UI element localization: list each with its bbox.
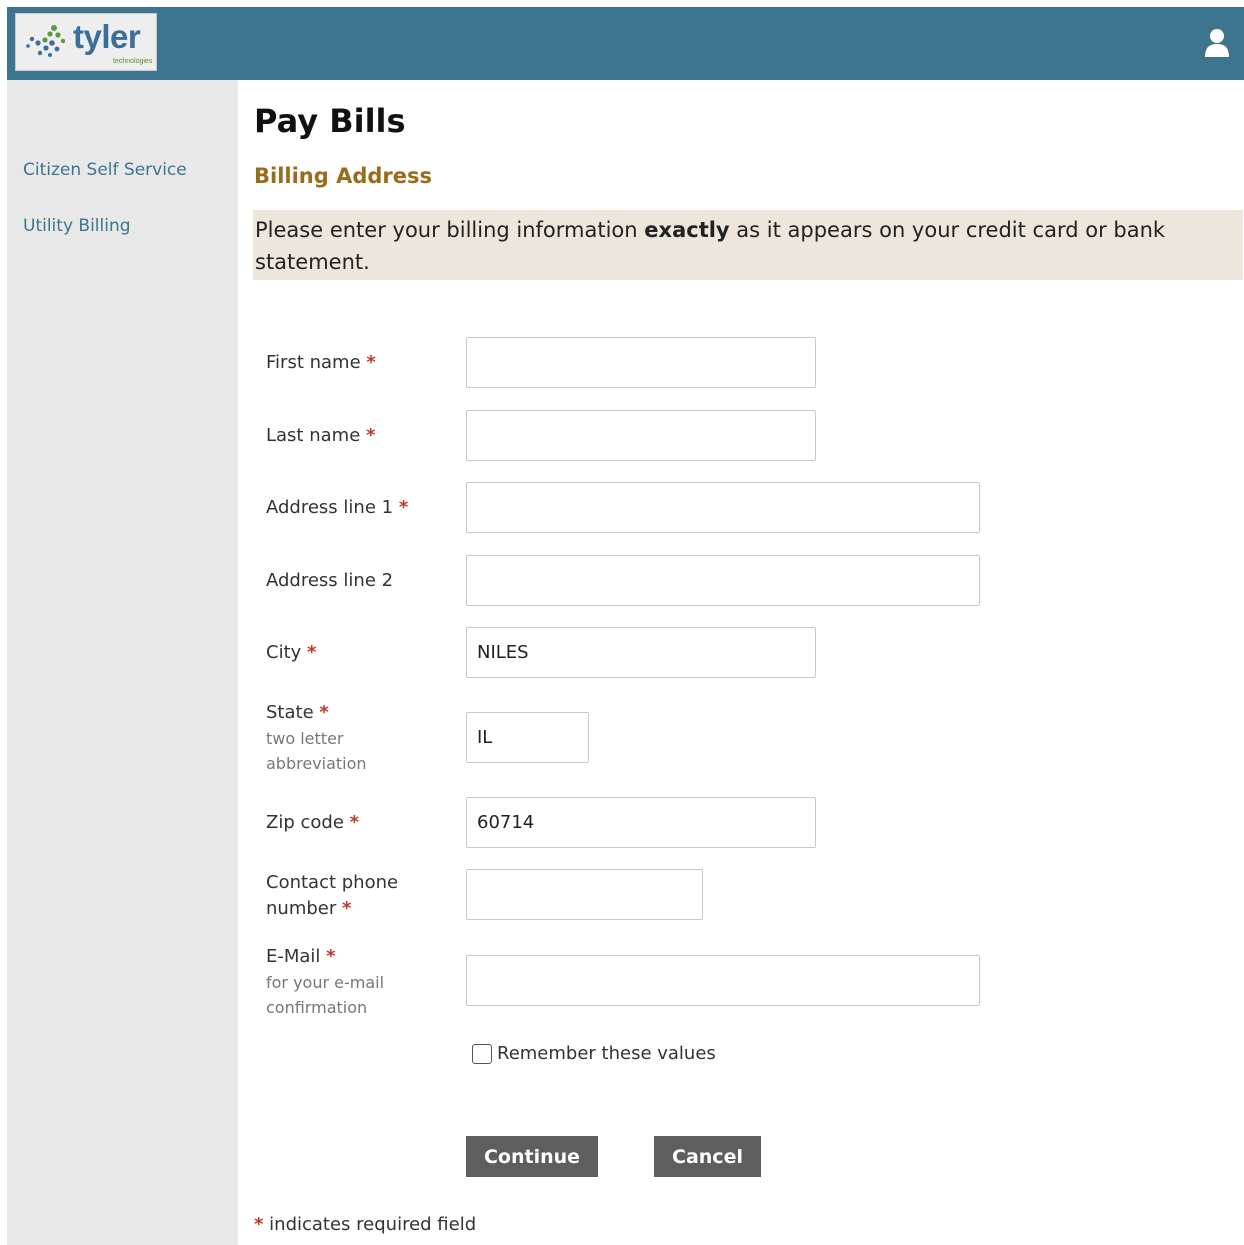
required-marker: * <box>307 642 317 663</box>
email-hint: for your e-mail confirmation <box>266 973 385 1017</box>
address-line-1-field[interactable] <box>466 482 980 533</box>
logo-subtext: technologies <box>113 58 153 65</box>
required-marker: * <box>398 497 409 518</box>
required-marker: * <box>366 425 376 446</box>
sidebar-item-citizen-self-service[interactable]: Citizen Self Service <box>23 160 187 180</box>
required-marker: * <box>319 702 329 723</box>
email-field[interactable] <box>466 955 980 1006</box>
address-line-2-label: Address line 2 <box>266 570 394 591</box>
address-line-1-label: Address line 1 * <box>266 497 409 518</box>
contact-phone-field[interactable] <box>466 869 703 920</box>
tyler-logo-mark-icon <box>26 25 66 57</box>
remember-values-checkbox[interactable] <box>472 1043 492 1064</box>
notice-text-start: Please enter your billing information <box>255 218 645 242</box>
state-label: State * two letter abbreviation <box>266 700 416 776</box>
required-marker: * <box>366 352 376 373</box>
city-field[interactable]: NILES <box>466 627 816 678</box>
notice-text-bold: exactly <box>644 218 730 242</box>
top-header-bar: tyler technologies <box>7 7 1244 80</box>
required-field-footnote: * indicates required field <box>254 1214 476 1235</box>
zip-code-field[interactable]: 60714 <box>466 797 816 848</box>
section-title: Billing Address <box>254 164 433 188</box>
email-label: E-Mail * for your e-mail confirmation <box>266 944 416 1020</box>
first-name-label: First name * <box>266 352 376 373</box>
zip-code-label: Zip code * <box>266 812 360 833</box>
required-marker: * <box>254 1214 264 1235</box>
required-marker: * <box>326 946 336 967</box>
remember-values-label[interactable]: Remember these values <box>497 1043 716 1064</box>
logo-wordmark: tyler <box>73 18 141 55</box>
required-marker: * <box>349 812 360 833</box>
last-name-label: Last name * <box>266 425 376 446</box>
remember-values-option[interactable]: Remember these values <box>472 1043 716 1064</box>
last-name-field[interactable] <box>466 410 816 461</box>
footnote-text: indicates required field <box>269 1214 477 1235</box>
page-title: Pay Bills <box>254 102 406 140</box>
tyler-logo[interactable]: tyler technologies <box>15 13 157 71</box>
user-icon[interactable] <box>1204 28 1230 62</box>
state-field[interactable]: IL <box>466 712 589 763</box>
required-marker: * <box>342 898 352 919</box>
contact-phone-label: Contact phone number * <box>266 872 399 919</box>
first-name-field[interactable] <box>466 337 816 388</box>
billing-notice: Please enter your billing information ex… <box>253 210 1243 280</box>
city-label: City * <box>266 642 317 663</box>
continue-button[interactable]: Continue <box>466 1136 598 1177</box>
state-hint: two letter abbreviation <box>266 729 367 773</box>
sidebar-nav: Citizen Self Service Utility Billing <box>7 80 238 1245</box>
sidebar-item-utility-billing[interactable]: Utility Billing <box>23 216 131 236</box>
address-line-2-field[interactable] <box>466 555 980 606</box>
cancel-button[interactable]: Cancel <box>654 1136 761 1177</box>
